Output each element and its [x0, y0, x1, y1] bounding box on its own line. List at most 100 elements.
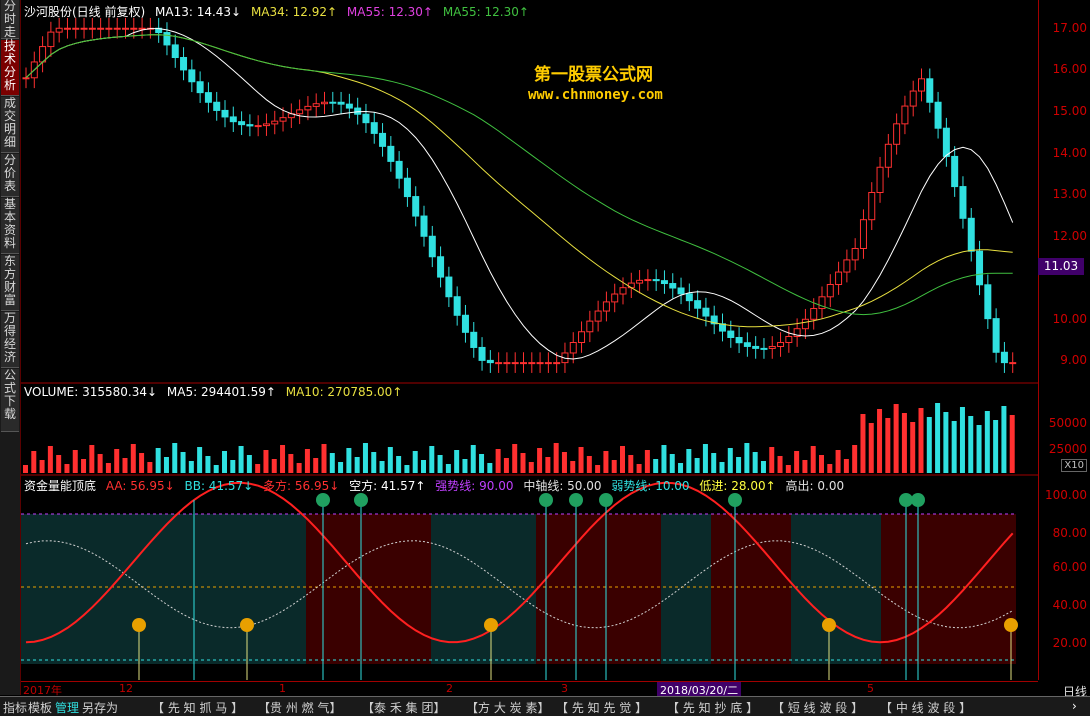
kong-value: 空方: 41.57↑: [349, 479, 426, 493]
date-label: 5: [867, 682, 874, 695]
tab-guizhou-gas[interactable]: 【贵 州 燃 气】: [258, 699, 341, 716]
candle-body: [669, 283, 677, 289]
volume-bar: [503, 458, 509, 473]
candle-body: [851, 247, 859, 261]
tab-fangda[interactable]: 【方 大 炭 素】: [466, 699, 549, 716]
volume-bar: [644, 450, 650, 473]
tab-trade-detail[interactable]: 成交明细: [1, 97, 19, 153]
candle-body: [627, 282, 635, 289]
candle-body: [835, 271, 843, 286]
volume-header: VOLUME: 315580.34↓ MA5: 294401.59↑ MA10:…: [24, 385, 408, 401]
tab-eastmoney[interactable]: 东方财富: [1, 255, 19, 311]
tab-wind[interactable]: 万得经济: [1, 312, 19, 368]
volume-bar: [230, 460, 236, 473]
candle-body: [810, 308, 818, 320]
candle-body: [586, 320, 594, 333]
volume-bar: [172, 443, 178, 473]
candle-body: [180, 57, 188, 71]
btn-indicator[interactable]: 指标: [3, 699, 27, 716]
candle-body: [437, 256, 445, 278]
candle-body: [113, 27, 121, 30]
volume-bar: [794, 451, 800, 473]
candle-body: [760, 347, 768, 350]
candle-body: [470, 331, 478, 348]
candle-body: [138, 27, 146, 30]
btn-manage[interactable]: 管理: [55, 699, 79, 716]
tab-formula-download[interactable]: 公式下载: [1, 369, 19, 432]
btn-template[interactable]: 模板: [28, 699, 52, 716]
tab-xianzhi-zhuama[interactable]: 【 先 知 抓 马 】: [152, 699, 243, 716]
date-axis: 2017年 12 1 2 3 4 5 2018/03/20/二: [21, 681, 1038, 698]
candle-body: [569, 342, 577, 354]
candle-body: [495, 362, 503, 365]
candle-body: [354, 107, 362, 115]
tab-timeshare[interactable]: 分时走势: [1, 0, 19, 52]
candle-body: [702, 307, 710, 317]
volume-bar: [702, 444, 708, 473]
candle-body: [80, 27, 88, 30]
candle-body: [594, 310, 602, 322]
signal-band: [881, 514, 1016, 664]
indicator-header: 资金量能顶底 AA: 56.95↓ BB: 41.57↓ 多方: 56.95↓ …: [24, 477, 850, 493]
tab-technical[interactable]: 技术分析: [1, 40, 19, 96]
volume-bar: [769, 447, 775, 473]
volume-bar: [736, 457, 742, 473]
candle-body: [478, 346, 486, 361]
tab-price-table[interactable]: 分价表: [1, 154, 19, 197]
volume-bar: [686, 449, 692, 473]
current-price-tag: 11.03: [1038, 258, 1084, 275]
volume-bar: [719, 462, 725, 473]
volume-bar: [843, 459, 849, 473]
candle-body: [984, 284, 992, 320]
candle-body: [735, 337, 743, 344]
candle-body: [901, 105, 909, 125]
buy-signal-icon: [822, 618, 836, 632]
volume-bar: [23, 465, 28, 473]
volume-bar: [387, 447, 393, 473]
candle-body: [22, 77, 30, 80]
volume-bar: [512, 444, 518, 473]
tab-short-wave[interactable]: 【 短 线 波 段 】: [772, 699, 863, 716]
volume-bar: [421, 460, 426, 473]
volume-bar: [163, 457, 169, 473]
volume-bar: [72, 450, 78, 473]
volume-bar: [785, 465, 791, 473]
candle-body: [1000, 351, 1008, 364]
candle-body: [660, 280, 668, 285]
candle-body: [743, 342, 751, 347]
candle-body: [992, 318, 1000, 353]
sell-signal-icon: [539, 493, 553, 507]
indicator-name: 资金量能顶底: [24, 479, 97, 493]
ind-tick: 20.00: [1052, 636, 1087, 650]
volume-bar: [56, 455, 62, 473]
candle-body: [88, 27, 96, 30]
tab-xianzhi-chaodi[interactable]: 【 先 知 抄 底 】: [667, 699, 758, 716]
tab-xianzhi-xianjue[interactable]: 【 先 知 先 觉 】: [556, 699, 647, 716]
tab-taihe[interactable]: 【泰 禾 集 团】: [362, 699, 445, 716]
volume-bar: [396, 456, 402, 473]
volume-bar: [620, 446, 625, 473]
date-label: 3: [561, 682, 568, 695]
tab-fundamentals[interactable]: 基本资料: [1, 198, 19, 254]
volume-bar: [611, 460, 617, 473]
candle-body: [619, 287, 627, 295]
scroll-right-icon[interactable]: ›: [1072, 699, 1077, 713]
volume-bar: [951, 421, 957, 473]
volume-bar: [877, 409, 883, 473]
ma13-line: [25, 28, 1014, 360]
volume-bar: [362, 443, 368, 473]
volume-bar: [155, 448, 161, 473]
volume-bar: [827, 464, 833, 473]
volume-value: VOLUME: 315580.34↓: [24, 385, 158, 399]
btn-save-as[interactable]: 另存为: [82, 699, 118, 716]
candle-body: [976, 250, 984, 286]
sell-signal-icon: [728, 493, 742, 507]
volume-bar: [288, 454, 294, 473]
volume-bar: [976, 425, 982, 473]
strong-line-value: 强势线: 90.00: [435, 479, 514, 493]
tab-mid-wave[interactable]: 【 中 线 波 段 】: [880, 699, 971, 716]
candle-body: [370, 122, 378, 134]
candle-body: [55, 27, 63, 33]
candle-body: [379, 132, 387, 147]
vol-ma10-value: MA10: 270785.00↑: [285, 385, 403, 399]
